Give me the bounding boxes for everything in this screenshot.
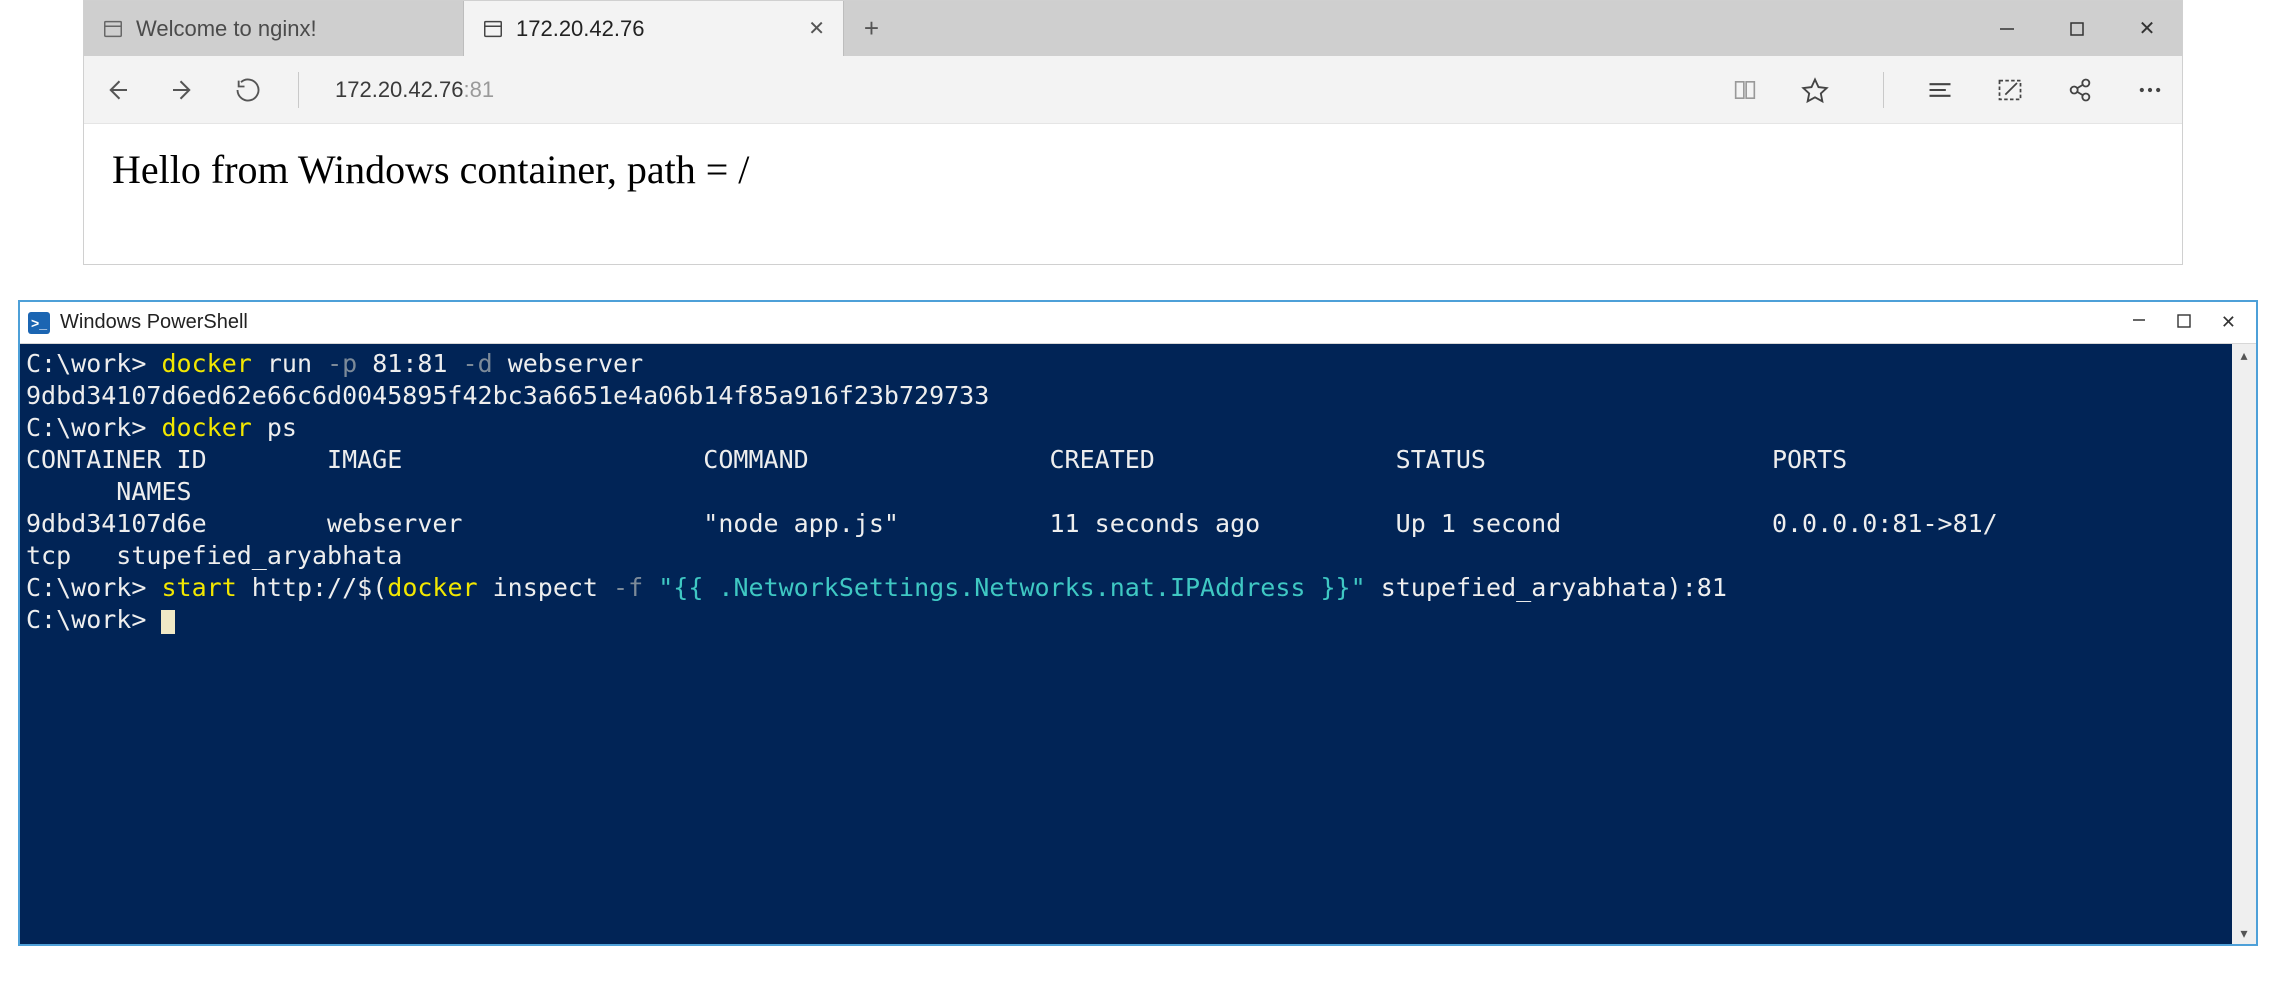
powershell-icon: >_	[28, 312, 50, 334]
address-bar[interactable]: 172.20.42.76:81	[323, 77, 494, 103]
window-controls: ✕	[1972, 1, 2182, 56]
address-host: 172.20.42.76	[335, 77, 463, 102]
minimize-button[interactable]	[2131, 312, 2147, 333]
share-icon[interactable]	[2066, 76, 2094, 104]
maximize-button[interactable]	[2177, 312, 2191, 333]
page-icon	[102, 18, 124, 40]
forward-button[interactable]	[168, 75, 198, 105]
powershell-window: >_ Windows PowerShell ✕ C:\work> docker …	[18, 300, 2258, 946]
refresh-button[interactable]	[234, 76, 262, 104]
page-icon	[482, 18, 504, 40]
cursor	[161, 610, 175, 634]
page-text: Hello from Windows container, path = /	[112, 147, 749, 192]
separator	[298, 72, 299, 108]
close-tab-icon[interactable]: ✕	[768, 16, 825, 41]
address-port: :81	[463, 77, 494, 102]
more-icon[interactable]	[2136, 76, 2164, 104]
tab-active[interactable]: 172.20.42.76 ✕	[464, 1, 844, 56]
maximize-button[interactable]	[2042, 21, 2112, 37]
browser-window: Welcome to nginx! 172.20.42.76 ✕ + ✕	[83, 0, 2183, 265]
tab-bar: Welcome to nginx! 172.20.42.76 ✕ + ✕	[84, 1, 2182, 56]
scrollbar[interactable]: ▴ ▾	[2232, 344, 2256, 944]
reading-view-icon[interactable]	[1731, 76, 1759, 104]
powershell-titlebar[interactable]: >_ Windows PowerShell ✕	[20, 302, 2256, 344]
notes-icon[interactable]	[1996, 76, 2024, 104]
separator	[1883, 72, 1884, 108]
minimize-button[interactable]	[1972, 20, 2042, 38]
close-button[interactable]: ✕	[2221, 312, 2236, 333]
tab-title: 172.20.42.76	[516, 16, 644, 42]
hub-icon[interactable]	[1926, 76, 1954, 104]
close-button[interactable]: ✕	[2112, 16, 2182, 41]
back-button[interactable]	[102, 75, 132, 105]
new-tab-button[interactable]: +	[844, 1, 899, 56]
favorite-icon[interactable]	[1801, 76, 1829, 104]
powershell-title: Windows PowerShell	[60, 311, 248, 334]
page-content: Hello from Windows container, path = /	[84, 124, 2182, 264]
tab-inactive[interactable]: Welcome to nginx!	[84, 1, 464, 56]
scroll-down-icon[interactable]: ▾	[2232, 922, 2256, 944]
scroll-up-icon[interactable]: ▴	[2232, 344, 2256, 366]
powershell-terminal[interactable]: C:\work> docker run -p 81:81 -d webserve…	[20, 344, 2232, 944]
browser-toolbar: 172.20.42.76:81	[84, 56, 2182, 124]
tab-title: Welcome to nginx!	[136, 16, 317, 42]
